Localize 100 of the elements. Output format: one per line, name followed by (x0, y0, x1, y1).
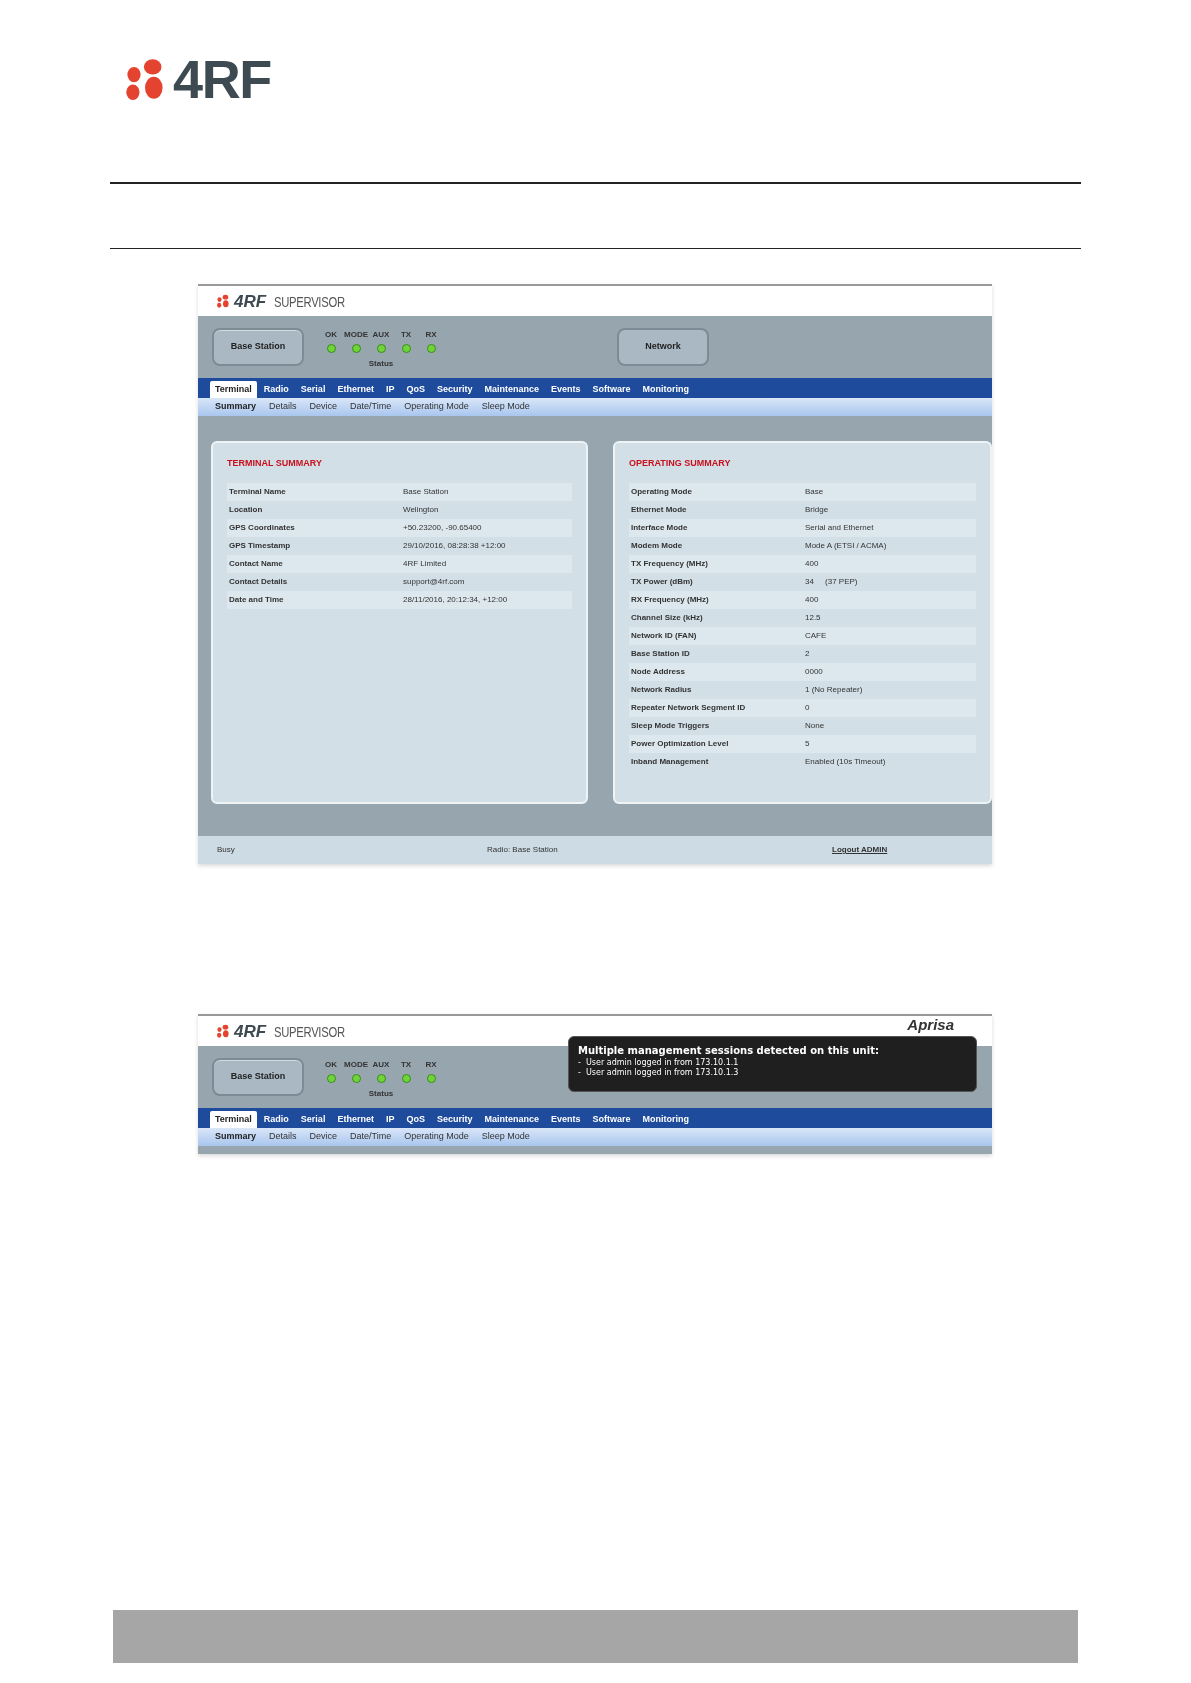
sub-tab[interactable]: Details (264, 1130, 302, 1144)
nav-tab[interactable]: Maintenance (479, 381, 544, 398)
field-value: Serial and Ethernet (805, 521, 874, 534)
field-label: Date and Time (229, 593, 285, 606)
field-value: 1 (No Repeater) (805, 683, 863, 696)
led-label: RX (425, 330, 437, 339)
field-value: 5 (805, 737, 810, 750)
device-button[interactable]: Base Station (212, 328, 304, 366)
nav-tab[interactable]: QoS (401, 381, 430, 398)
nav-tab[interactable]: Software (587, 381, 636, 398)
field-value: None (805, 719, 825, 732)
field-label: Contact Details (229, 575, 289, 588)
logout-link[interactable]: Logout ADMIN (832, 844, 888, 856)
field-value: support@4rf.com (403, 575, 465, 588)
field-value: 2 (805, 647, 810, 660)
nav-tab[interactable]: Serial (295, 381, 331, 398)
nav-tab[interactable]: Ethernet (332, 1111, 379, 1128)
field-label: Power Optimization Level (631, 737, 730, 750)
logo-icon (216, 294, 230, 308)
nav-tab[interactable]: Terminal (210, 1111, 257, 1128)
field-value: 12.5 (805, 611, 821, 624)
field-value: 400 (805, 557, 819, 570)
sub-tab[interactable]: Summary (210, 400, 262, 414)
sub-tab[interactable]: Sleep Mode (476, 1130, 535, 1144)
field-label: Modem Mode (631, 539, 684, 552)
nav-tab[interactable]: Software (587, 1111, 636, 1128)
field-label: GPS Coordinates (229, 521, 296, 534)
panel-title: TERMINAL SUMMARY (227, 457, 323, 470)
field-label: TX Frequency (MHz) (631, 557, 709, 570)
status-text: Busy (217, 844, 236, 856)
status-text: Radio: Base Station (487, 844, 559, 856)
panel-title: OPERATING SUMMARY (629, 457, 732, 470)
sub-tab[interactable]: Device (304, 400, 343, 414)
logo-icon (216, 1024, 230, 1038)
field-value: 0000 (805, 665, 823, 678)
nav-tab[interactable]: Terminal (210, 381, 257, 398)
nav-tab[interactable]: Events (546, 1111, 586, 1128)
led-label: OK (325, 330, 337, 339)
nav-tab[interactable]: Monitoring (637, 1111, 694, 1128)
field-value: 400 (805, 593, 819, 606)
field-label: Repeater Network Segment ID (631, 701, 747, 714)
sub-tab[interactable]: Summary (210, 1130, 262, 1144)
sub-tab[interactable]: Date/Time (345, 400, 397, 414)
sub-tab[interactable]: Operating Mode (399, 400, 474, 414)
status-label: Status (368, 357, 394, 370)
sub-tab[interactable]: Date/Time (345, 1130, 397, 1144)
field-label: RX Frequency (MHz) (631, 593, 710, 606)
nav-tab[interactable]: Ethernet (332, 381, 379, 398)
field-label: Sleep Mode Triggers (631, 719, 711, 732)
field-label: Location (229, 503, 264, 516)
field-value: Enabled (10s Timeout) (805, 755, 886, 768)
field-value: 28/11/2016, 20:12:34, +12:00 (403, 593, 508, 606)
led-label: RX (425, 1060, 437, 1069)
field-label: Ethernet Mode (631, 503, 688, 516)
nav-tab[interactable]: Radio (258, 381, 294, 398)
field-value: 34 (37 PEP) (805, 575, 858, 588)
nav-tab[interactable]: Radio (258, 1111, 294, 1128)
field-label: Operating Mode (631, 485, 693, 498)
popup-line: - User admin logged in from 173.10.1.3 (578, 1068, 740, 1078)
sub-tab[interactable]: Sleep Mode (476, 400, 535, 414)
field-value: Mode A (ETSI / ACMA) (805, 539, 887, 552)
app-logo: 4RF (234, 292, 267, 310)
field-label: Node Address (631, 665, 686, 678)
network-button[interactable]: Network (617, 328, 709, 366)
field-label: Interface Mode (631, 521, 689, 534)
sub-tab[interactable]: Device (304, 1130, 343, 1144)
led-label: AUX (372, 330, 390, 339)
field-value: Base Station (403, 485, 449, 498)
sub-tab[interactable]: Operating Mode (399, 1130, 474, 1144)
brand-logo: Aprisa (907, 1017, 954, 1033)
device-button[interactable]: Base Station (212, 1058, 304, 1096)
nav-tab[interactable]: QoS (401, 1111, 430, 1128)
field-label: Network Radius (631, 683, 693, 696)
field-label: GPS Timestamp (229, 539, 292, 552)
field-value: Bridge (805, 503, 829, 516)
led-label: MODE (344, 330, 368, 339)
field-value: 0 (805, 701, 810, 714)
nav-tab[interactable]: Maintenance (479, 1111, 544, 1128)
sub-tab[interactable]: Details (264, 400, 302, 414)
led-label: AUX (372, 1060, 390, 1069)
led-label: OK (325, 1060, 337, 1069)
nav-tab[interactable]: Security (431, 381, 478, 398)
nav-tab[interactable]: IP (380, 381, 400, 398)
field-label: Network ID (FAN) (631, 629, 698, 642)
nav-tab[interactable]: Serial (295, 1111, 331, 1128)
field-label: TX Power (dBm) (631, 575, 694, 588)
led-label: MODE (344, 1060, 368, 1069)
popup-line: - User admin logged in from 173.10.1.1 (578, 1058, 740, 1068)
app-logo: 4RF (234, 1022, 267, 1040)
nav-tab[interactable]: Monitoring (637, 381, 694, 398)
nav-tab[interactable]: IP (380, 1111, 400, 1128)
field-label: Contact Name (229, 557, 284, 570)
status-label: Status (368, 1087, 394, 1100)
field-value: CAFE (805, 629, 827, 642)
field-value: +50.23200, -90.65400 (403, 521, 482, 534)
app-title: SUPERVISOR (274, 1023, 345, 1039)
nav-tab[interactable]: Security (431, 1111, 478, 1128)
field-value: 29/10/2016, 08:28:38 +12:00 (403, 539, 506, 552)
nav-tab[interactable]: Events (546, 381, 586, 398)
field-label: Terminal Name (229, 485, 287, 498)
